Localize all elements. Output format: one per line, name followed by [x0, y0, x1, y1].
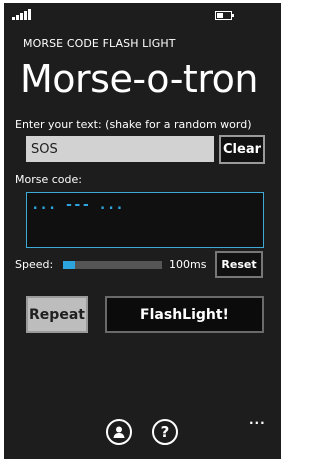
contact-icon[interactable]: [106, 419, 132, 445]
repeat-button[interactable]: Repeat: [26, 296, 88, 333]
speed-slider[interactable]: [63, 261, 162, 269]
more-options-button[interactable]: ...: [249, 413, 266, 427]
clear-button[interactable]: Clear: [219, 135, 265, 164]
page-title: Morse-o-tron: [20, 57, 258, 101]
speed-slider-fill: [63, 261, 75, 269]
flashlight-button[interactable]: FlashLight!: [105, 296, 264, 333]
app-subtitle: MORSE CODE FLASH LIGHT: [23, 37, 176, 50]
speed-value: 100ms: [169, 258, 207, 271]
signal-strength-icon: [12, 9, 36, 20]
battery-level: [217, 13, 223, 18]
morse-code-output[interactable]: ... --- ...: [26, 192, 264, 248]
input-label: Enter your text: (shake for a random wor…: [15, 118, 252, 131]
battery-charging-icon: [215, 11, 234, 20]
status-bar: [4, 3, 281, 25]
text-input[interactable]: [26, 136, 214, 162]
reset-button[interactable]: Reset: [215, 251, 263, 278]
speed-label: Speed:: [15, 258, 54, 271]
morse-code-text: ... --- ...: [31, 197, 124, 213]
help-icon-glyph: ?: [160, 423, 170, 441]
contact-icon-glyph: [113, 426, 125, 438]
help-icon[interactable]: ?: [152, 419, 178, 445]
phone-screen: MORSE CODE FLASH LIGHT Morse-o-tron Ente…: [4, 3, 281, 459]
morse-code-label: Morse code:: [15, 173, 82, 186]
